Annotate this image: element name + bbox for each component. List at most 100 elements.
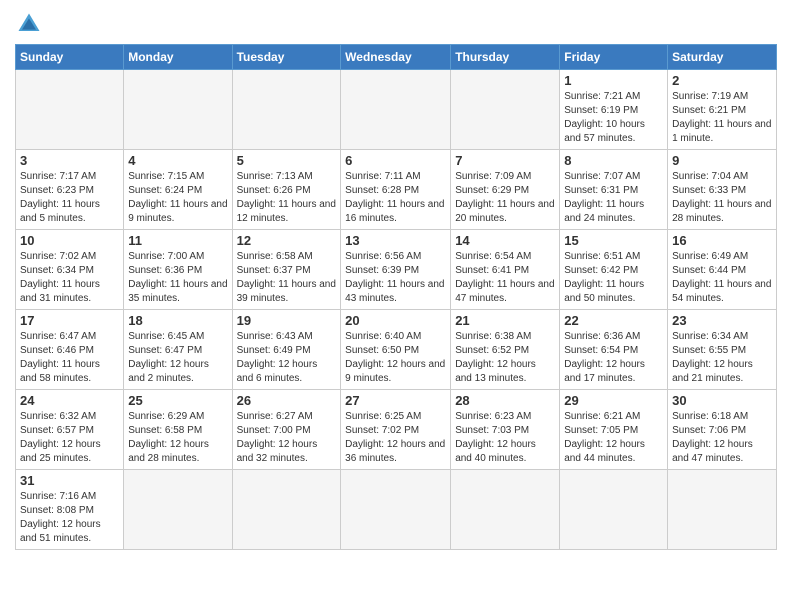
calendar-cell: 25Sunrise: 6:29 AM Sunset: 6:58 PM Dayli…	[124, 390, 232, 470]
calendar-cell: 12Sunrise: 6:58 AM Sunset: 6:37 PM Dayli…	[232, 230, 341, 310]
day-number: 23	[672, 313, 772, 328]
calendar-cell: 2 Sunrise: 7:19 AM Sunset: 6:21 PM Daylig…	[668, 70, 777, 150]
calendar-cell: 28 Sunrise: 6:23 AM Sunset: 7:03 PM Dayli…	[451, 390, 560, 470]
calendar-cell: 21 Sunrise: 6:38 AM Sunset: 6:52 PM Dayli…	[451, 310, 560, 390]
day-info: Sunrise: 7:13 AM Sunset: 6:26 PM Dayligh…	[237, 170, 337, 226]
calendar-cell: 15 Sunrise: 6:51 AM Sunset: 6:42 PM Dayli…	[560, 230, 668, 310]
calendar-header-row: SundayMondayTuesdayWednesdayThursdayFrid…	[16, 45, 777, 70]
calendar-header-wednesday: Wednesday	[341, 45, 451, 70]
day-number: 13	[345, 233, 446, 248]
calendar-header-sunday: Sunday	[16, 45, 124, 70]
day-number: 12	[237, 233, 337, 248]
day-number: 26	[237, 393, 337, 408]
calendar-cell: 7 Sunrise: 7:09 AM Sunset: 6:29 PM Daylig…	[451, 150, 560, 230]
day-number: 5	[237, 153, 337, 168]
day-number: 15	[564, 233, 663, 248]
calendar-cell: 8 Sunrise: 7:07 AM Sunset: 6:31 PM Daylig…	[560, 150, 668, 230]
calendar-week-1: 3 Sunrise: 7:17 AM Sunset: 6:23 PM Daylig…	[16, 150, 777, 230]
day-info: Sunrise: 6:34 AM Sunset: 6:55 PM Dayligh…	[672, 330, 772, 386]
day-number: 29	[564, 393, 663, 408]
calendar-week-0: 1 Sunrise: 7:21 AM Sunset: 6:19 PM Daylig…	[16, 70, 777, 150]
day-number: 20	[345, 313, 446, 328]
calendar-cell: 31Sunrise: 7:16 AM Sunset: 8:08 PM Dayli…	[16, 470, 124, 550]
day-number: 9	[672, 153, 772, 168]
day-info: Sunrise: 7:04 AM Sunset: 6:33 PM Dayligh…	[672, 170, 772, 226]
day-info: Sunrise: 6:38 AM Sunset: 6:52 PM Dayligh…	[455, 330, 555, 386]
calendar-week-3: 17Sunrise: 6:47 AM Sunset: 6:46 PM Dayli…	[16, 310, 777, 390]
logo	[15, 10, 47, 38]
day-number: 28	[455, 393, 555, 408]
calendar-cell: 18Sunrise: 6:45 AM Sunset: 6:47 PM Dayli…	[124, 310, 232, 390]
day-info: Sunrise: 7:19 AM Sunset: 6:21 PM Dayligh…	[672, 90, 772, 146]
day-number: 7	[455, 153, 555, 168]
calendar-cell	[232, 70, 341, 150]
day-number: 8	[564, 153, 663, 168]
calendar-cell: 14 Sunrise: 6:54 AM Sunset: 6:41 PM Dayli…	[451, 230, 560, 310]
day-number: 30	[672, 393, 772, 408]
day-info: Sunrise: 7:09 AM Sunset: 6:29 PM Dayligh…	[455, 170, 555, 226]
calendar-cell: 19 Sunrise: 6:43 AM Sunset: 6:49 PM Dayli…	[232, 310, 341, 390]
day-number: 10	[20, 233, 119, 248]
day-info: Sunrise: 7:00 AM Sunset: 6:36 PM Dayligh…	[128, 250, 227, 306]
calendar-cell: 27 Sunrise: 6:25 AM Sunset: 7:02 PM Dayli…	[341, 390, 451, 470]
calendar-cell: 1 Sunrise: 7:21 AM Sunset: 6:19 PM Daylig…	[560, 70, 668, 150]
calendar-cell: 24Sunrise: 6:32 AM Sunset: 6:57 PM Dayli…	[16, 390, 124, 470]
day-number: 21	[455, 313, 555, 328]
day-info: Sunrise: 6:25 AM Sunset: 7:02 PM Dayligh…	[345, 410, 446, 466]
calendar-cell	[124, 470, 232, 550]
calendar-cell: 26 Sunrise: 6:27 AM Sunset: 7:00 PM Dayli…	[232, 390, 341, 470]
day-info: Sunrise: 6:54 AM Sunset: 6:41 PM Dayligh…	[455, 250, 555, 306]
day-info: Sunrise: 6:23 AM Sunset: 7:03 PM Dayligh…	[455, 410, 555, 466]
day-info: Sunrise: 6:56 AM Sunset: 6:39 PM Dayligh…	[345, 250, 446, 306]
day-number: 14	[455, 233, 555, 248]
logo-icon	[15, 10, 43, 38]
calendar-cell	[341, 470, 451, 550]
day-info: Sunrise: 7:02 AM Sunset: 6:34 PM Dayligh…	[20, 250, 119, 306]
header	[15, 10, 777, 38]
day-info: Sunrise: 6:18 AM Sunset: 7:06 PM Dayligh…	[672, 410, 772, 466]
calendar-cell: 23 Sunrise: 6:34 AM Sunset: 6:55 PM Dayli…	[668, 310, 777, 390]
day-info: Sunrise: 6:21 AM Sunset: 7:05 PM Dayligh…	[564, 410, 663, 466]
calendar-cell: 5 Sunrise: 7:13 AM Sunset: 6:26 PM Daylig…	[232, 150, 341, 230]
day-info: Sunrise: 6:43 AM Sunset: 6:49 PM Dayligh…	[237, 330, 337, 386]
calendar: SundayMondayTuesdayWednesdayThursdayFrid…	[15, 44, 777, 550]
day-number: 2	[672, 73, 772, 88]
day-number: 19	[237, 313, 337, 328]
calendar-cell: 11 Sunrise: 7:00 AM Sunset: 6:36 PM Dayli…	[124, 230, 232, 310]
day-info: Sunrise: 7:17 AM Sunset: 6:23 PM Dayligh…	[20, 170, 119, 226]
calendar-week-2: 10 Sunrise: 7:02 AM Sunset: 6:34 PM Dayli…	[16, 230, 777, 310]
calendar-cell: 30 Sunrise: 6:18 AM Sunset: 7:06 PM Dayli…	[668, 390, 777, 470]
day-info: Sunrise: 6:27 AM Sunset: 7:00 PM Dayligh…	[237, 410, 337, 466]
calendar-week-4: 24Sunrise: 6:32 AM Sunset: 6:57 PM Dayli…	[16, 390, 777, 470]
calendar-cell	[16, 70, 124, 150]
day-number: 11	[128, 233, 227, 248]
calendar-week-5: 31Sunrise: 7:16 AM Sunset: 8:08 PM Dayli…	[16, 470, 777, 550]
calendar-cell: 3 Sunrise: 7:17 AM Sunset: 6:23 PM Daylig…	[16, 150, 124, 230]
calendar-cell: 22Sunrise: 6:36 AM Sunset: 6:54 PM Dayli…	[560, 310, 668, 390]
calendar-cell: 16Sunrise: 6:49 AM Sunset: 6:44 PM Dayli…	[668, 230, 777, 310]
day-number: 27	[345, 393, 446, 408]
calendar-header-friday: Friday	[560, 45, 668, 70]
calendar-cell: 20 Sunrise: 6:40 AM Sunset: 6:50 PM Dayli…	[341, 310, 451, 390]
calendar-cell: 13 Sunrise: 6:56 AM Sunset: 6:39 PM Dayli…	[341, 230, 451, 310]
day-number: 16	[672, 233, 772, 248]
day-info: Sunrise: 6:36 AM Sunset: 6:54 PM Dayligh…	[564, 330, 663, 386]
calendar-cell	[232, 470, 341, 550]
day-info: Sunrise: 6:51 AM Sunset: 6:42 PM Dayligh…	[564, 250, 663, 306]
calendar-cell	[341, 70, 451, 150]
day-info: Sunrise: 6:47 AM Sunset: 6:46 PM Dayligh…	[20, 330, 119, 386]
calendar-cell: 6 Sunrise: 7:11 AM Sunset: 6:28 PM Daylig…	[341, 150, 451, 230]
day-info: Sunrise: 7:11 AM Sunset: 6:28 PM Dayligh…	[345, 170, 446, 226]
day-info: Sunrise: 7:21 AM Sunset: 6:19 PM Dayligh…	[564, 90, 663, 146]
day-info: Sunrise: 7:07 AM Sunset: 6:31 PM Dayligh…	[564, 170, 663, 226]
day-info: Sunrise: 6:29 AM Sunset: 6:58 PM Dayligh…	[128, 410, 227, 466]
calendar-cell	[451, 470, 560, 550]
day-number: 4	[128, 153, 227, 168]
day-info: Sunrise: 6:40 AM Sunset: 6:50 PM Dayligh…	[345, 330, 446, 386]
page: SundayMondayTuesdayWednesdayThursdayFrid…	[0, 0, 792, 560]
day-number: 1	[564, 73, 663, 88]
day-info: Sunrise: 7:15 AM Sunset: 6:24 PM Dayligh…	[128, 170, 227, 226]
day-info: Sunrise: 6:45 AM Sunset: 6:47 PM Dayligh…	[128, 330, 227, 386]
day-number: 3	[20, 153, 119, 168]
day-number: 6	[345, 153, 446, 168]
